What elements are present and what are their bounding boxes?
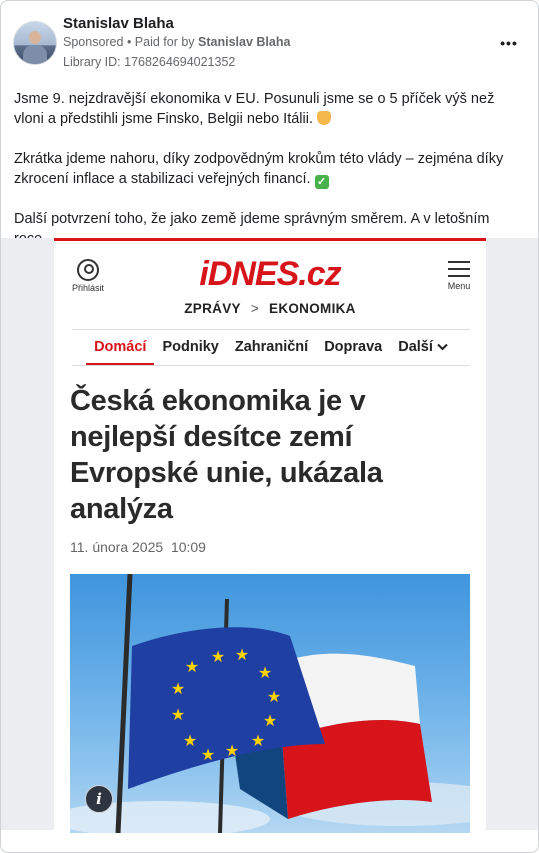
post-paragraph-2: Zkrátka jdeme nahoru, díky zodpovědným k… <box>14 151 504 189</box>
thumbs-up-icon <box>317 111 331 125</box>
more-options-button[interactable]: ••• <box>497 35 521 51</box>
article-photo[interactable]: ★ ★ ★ ★ ★ ★ ★ ★ ★ ★ ★ ★ <box>70 574 470 833</box>
article-dateline: 11. února 2025 10:09 <box>70 539 206 555</box>
svg-text:★: ★ <box>183 731 197 750</box>
article-date: 11. února 2025 <box>70 539 164 555</box>
sponsored-post-card: Stanislav Blaha Sponsored • Paid for by … <box>0 0 539 853</box>
tab-podniky[interactable]: Podniky <box>154 333 226 365</box>
page-name-link[interactable]: Stanislav Blaha <box>63 15 174 32</box>
paid-by-link[interactable]: Stanislav Blaha <box>198 35 290 49</box>
breadcrumb-separator: > <box>250 301 260 316</box>
svg-text:★: ★ <box>263 711 277 730</box>
library-id: Library ID: 1768264694021352 <box>63 55 236 69</box>
article-time: 10:09 <box>170 539 206 555</box>
avatar-head <box>29 31 41 44</box>
tab-dalsi[interactable]: Další <box>390 333 456 365</box>
avatar-body <box>23 45 47 64</box>
flags-image: ★ ★★ ★★ ★ ★ ★★ ★★ ★ <box>70 574 470 833</box>
post-header: Stanislav Blaha Sponsored • Paid for by … <box>13 13 527 75</box>
svg-text:★: ★ <box>185 657 199 676</box>
svg-text:★: ★ <box>171 705 185 724</box>
avatar[interactable] <box>13 21 57 65</box>
post-text: Jsme 9. nejzdravější ekonomika v EU. Pos… <box>14 89 526 249</box>
paid-for-prefix: • Paid for by <box>123 35 199 49</box>
svg-text:★: ★ <box>251 731 265 750</box>
svg-text:★: ★ <box>211 647 225 666</box>
hamburger-icon <box>448 261 470 263</box>
svg-text:★: ★ <box>225 741 239 760</box>
breadcrumb-section[interactable]: ZPRÁVY <box>184 301 241 316</box>
tab-doprava[interactable]: Doprava <box>316 333 390 365</box>
menu-button[interactable]: Menu <box>446 261 472 291</box>
idnes-logo[interactable]: iDNES.cz <box>54 255 486 294</box>
svg-text:★: ★ <box>235 645 249 664</box>
breadcrumb: ZPRÁVY > EKONOMIKA <box>54 301 486 316</box>
svg-text:★: ★ <box>258 663 272 682</box>
breadcrumb-subsection[interactable]: EKONOMIKA <box>269 301 356 316</box>
svg-text:★: ★ <box>201 745 215 764</box>
sponsored-label[interactable]: Sponsored <box>63 35 123 49</box>
sponsor-line: Sponsored • Paid for by Stanislav Blaha <box>63 35 290 49</box>
article-headline[interactable]: Česká ekonomika je v nejlepší desítce ze… <box>70 383 470 527</box>
svg-text:★: ★ <box>171 679 185 698</box>
chevron-down-icon <box>437 343 448 351</box>
divider <box>72 329 470 330</box>
tab-zahranicni[interactable]: Zahraniční <box>227 333 316 365</box>
ad-media[interactable]: Přihlásit iDNES.cz Menu ZPRÁVY > EKONOMIKA… <box>1 238 538 833</box>
post-paragraph-1: Jsme 9. nejzdravější ekonomika v EU. Pos… <box>14 91 495 127</box>
svg-text:★: ★ <box>267 687 281 706</box>
info-icon[interactable]: i <box>85 785 113 813</box>
menu-label: Menu <box>447 281 471 291</box>
check-mark-icon: ✓ <box>314 175 329 189</box>
article-screenshot[interactable]: Přihlásit iDNES.cz Menu ZPRÁVY > EKONOMIKA… <box>54 238 486 833</box>
tab-domaci[interactable]: Domácí <box>86 333 155 365</box>
divider <box>72 365 470 366</box>
section-tabs: Domácí Podniky Zahraniční Doprava Další <box>72 333 470 365</box>
